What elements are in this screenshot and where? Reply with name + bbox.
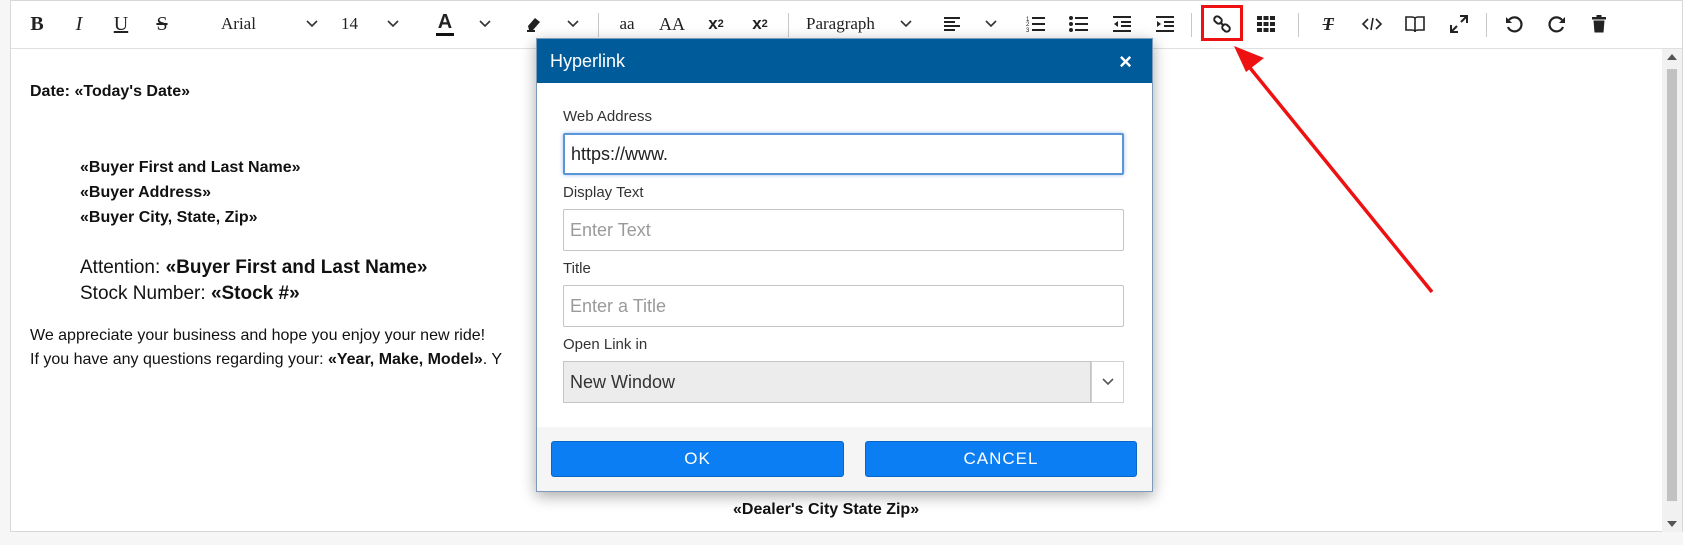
hyperlink-dialog: Hyperlink × Web Address Display Text Tit… [536, 38, 1153, 492]
delete-icon[interactable] [1588, 9, 1610, 39]
chevron-down-icon [306, 20, 318, 28]
questions-line: If you have any questions regarding your… [30, 351, 502, 369]
toolbar-separator [1191, 13, 1192, 37]
open-link-select[interactable]: New Window [563, 361, 1124, 403]
fullscreen-icon[interactable] [1447, 9, 1471, 39]
font-family-value: Arial [221, 14, 256, 33]
attention-label: Attention: [80, 257, 166, 278]
web-address-input[interactable] [563, 133, 1124, 175]
underline-icon[interactable]: U [109, 9, 133, 39]
align-dropdown[interactable] [983, 9, 999, 39]
editor-scrollbar[interactable] [1662, 49, 1682, 532]
svg-text:3: 3 [1026, 28, 1030, 33]
vehicle-field: «Year, Make, Model» [327, 351, 483, 368]
clear-format-icon[interactable]: T [1316, 9, 1340, 39]
stock-field: «Stock #» [210, 283, 300, 304]
attention-field: «Buyer First and Last Name» [165, 257, 428, 278]
template-icon[interactable] [1403, 9, 1427, 39]
open-link-value[interactable]: New Window [563, 361, 1091, 403]
scrollbar-thumb[interactable] [1667, 69, 1677, 501]
toolbar-separator [788, 13, 789, 37]
title-input[interactable] [563, 285, 1124, 327]
source-code-icon[interactable] [1359, 9, 1385, 39]
date-label: Date: [30, 83, 75, 100]
chevron-down-icon [387, 20, 399, 28]
strikethrough-icon[interactable]: S [150, 9, 174, 39]
dialog-footer: OK CANCEL [537, 427, 1152, 491]
block-format-value: Paragraph [806, 14, 875, 33]
ordered-list-icon[interactable]: 123 [1024, 9, 1048, 39]
table-icon[interactable] [1254, 9, 1278, 39]
font-color-icon[interactable]: A [431, 9, 459, 39]
title-label: Title [563, 260, 591, 277]
chevron-down-icon [1101, 378, 1114, 386]
chevron-down-icon [567, 20, 579, 28]
font-size-value: 14 [341, 14, 358, 33]
unordered-list-icon[interactable] [1067, 9, 1091, 39]
undo-icon[interactable] [1502, 9, 1526, 39]
dialog-header: Hyperlink × [537, 39, 1152, 83]
italic-icon[interactable]: I [67, 9, 91, 39]
date-field: «Today's Date» [74, 83, 191, 100]
annotation-arrow [1234, 46, 1434, 294]
cancel-button[interactable]: CANCEL [865, 441, 1137, 477]
dealer-city: «Dealer's City State Zip» [733, 501, 920, 518]
toolbar-separator [598, 13, 599, 37]
chevron-down-icon [900, 20, 912, 28]
open-link-label: Open Link in [563, 336, 648, 353]
toolbar-separator [1298, 13, 1299, 37]
chevron-down-icon [479, 20, 491, 28]
buyer-name: «Buyer First and Last Name» [80, 159, 301, 176]
scroll-up-icon [1667, 54, 1677, 60]
indent-icon[interactable] [1153, 9, 1177, 39]
attention-line: Attention: «Buyer First and Last Name» [80, 257, 427, 279]
uppercase-button[interactable]: AA [656, 9, 688, 39]
subscript-icon[interactable]: x2 [703, 9, 729, 39]
display-text-label: Display Text [563, 184, 644, 201]
close-icon[interactable]: × [1119, 49, 1132, 75]
buyer-address: «Buyer Address» [80, 184, 212, 201]
buyer-city: «Buyer City, State, Zip» [80, 209, 258, 226]
lowercase-button[interactable]: aa [615, 9, 639, 39]
redo-icon[interactable] [1545, 9, 1569, 39]
align-left-icon[interactable] [940, 9, 964, 39]
stock-label: Stock Number: [80, 283, 211, 304]
block-format-select[interactable]: Paragraph [806, 9, 916, 39]
web-address-label: Web Address [563, 108, 652, 125]
font-family-select[interactable]: Arial [221, 9, 331, 39]
chevron-down-icon [985, 20, 997, 28]
dialog-title: Hyperlink [550, 50, 626, 71]
toolbar-separator [1486, 13, 1487, 37]
appreciation-line: We appreciate your business and hope you… [30, 327, 486, 344]
outdent-icon[interactable] [1110, 9, 1134, 39]
questions-suffix: . Y [482, 351, 502, 368]
highlight-dropdown[interactable] [565, 9, 581, 39]
stock-line: Stock Number: «Stock #» [80, 283, 300, 305]
questions-prefix: If you have any questions regarding your… [30, 351, 328, 368]
bold-icon[interactable]: B [25, 9, 49, 39]
superscript-icon[interactable]: x2 [747, 9, 773, 39]
date-line: Date: «Today's Date» [30, 83, 190, 101]
font-color-dropdown[interactable] [477, 9, 493, 39]
link-button-annotation [1201, 5, 1243, 41]
scroll-down-icon [1667, 521, 1677, 527]
ok-button[interactable]: OK [551, 441, 844, 477]
font-size-select[interactable]: 14 [341, 9, 401, 39]
display-text-input[interactable] [563, 209, 1124, 251]
highlight-icon[interactable] [521, 9, 547, 39]
open-link-dropdown[interactable] [1091, 361, 1124, 403]
